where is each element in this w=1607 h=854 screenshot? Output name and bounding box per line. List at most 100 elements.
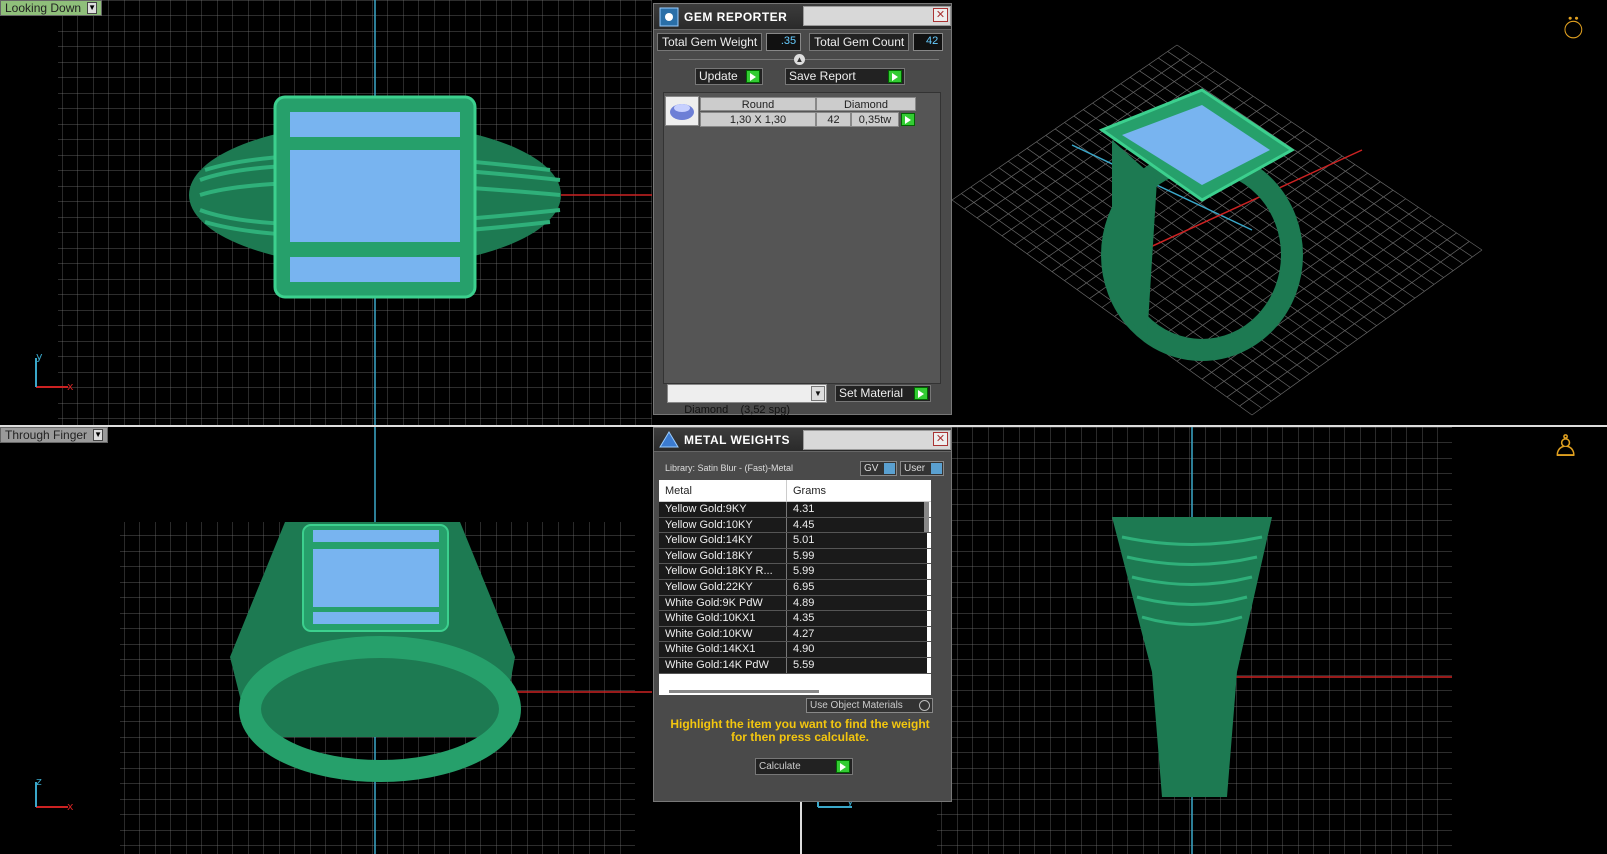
view-mode-label: Looking Down [5,1,82,15]
total-gem-weight-label: Total Gem Weight [657,33,763,51]
table-row[interactable]: Yellow Gold:18KY R... 5.99 [659,564,931,580]
chevron-down-icon[interactable]: ▼ [93,429,104,441]
titlebar-drag-area[interactable] [803,6,951,26]
metal-grams-cell: 6.95 [787,579,927,595]
calculate-button[interactable]: Calculate [755,758,853,775]
save-report-button-label: Save Report [789,69,856,83]
table-row[interactable]: Yellow Gold:10KY 4.45 [659,517,931,534]
vertical-scrollbar[interactable] [924,502,929,532]
gem-type: Diamond [816,97,916,111]
grid-through-finger [35,427,652,854]
gem-reporter-title: GEM REPORTER [684,9,788,24]
gem-count: 42 [816,112,851,127]
column-header-metal[interactable]: Metal [659,480,787,501]
gem-list[interactable]: Round Diamond 1,30 X 1,30 42 0,35tw [663,92,941,384]
view-mode-label: Through Finger [5,428,88,442]
gv-label: GV [864,463,879,474]
ring-finger-icon[interactable]: ♙ [1552,429,1579,464]
total-gem-weight-value[interactable]: .35 [766,33,802,51]
metal-grams-cell: 5.59 [787,657,927,673]
grid-line [1214,224,1445,389]
metal-name-cell: White Gold:10KW [659,626,787,642]
table-row[interactable]: Yellow Gold:22KY 6.95 [659,579,931,596]
table-row[interactable]: White Gold:14KX1 4.90 [659,642,931,658]
collapse-icon[interactable]: ▲ [794,54,805,65]
table-row[interactable]: Yellow Gold:18KY 5.99 [659,548,931,565]
viewport-looking-down[interactable]: Looking Down ▼ y x [0,0,652,425]
play-icon [746,70,760,83]
viewport-through-finger[interactable]: Through Finger ▼ z x [0,427,652,854]
metal-grams-cell: 4.27 [787,626,927,642]
calculate-button-label: Calculate [759,761,801,772]
axis-x-label: x [67,380,74,393]
grid-perspective [952,44,1483,416]
axis-z-label: z [36,775,42,788]
metal-weights-table[interactable]: Metal Grams Yellow Gold:9KY 4.31 Yellow Go… [659,480,931,695]
toggle-icon [919,700,930,711]
metal-grams-cell: 4.35 [787,611,927,626]
update-button[interactable]: Update [695,68,763,85]
horizontal-scrollbar[interactable] [669,690,819,693]
material-select-value: Diamond (3,52 spg) [684,404,791,416]
play-icon [836,760,850,773]
metal-name-cell: Yellow Gold:22KY [659,579,787,595]
metal-name-cell: White Gold:10KX1 [659,611,787,626]
grid-line [1139,172,1368,335]
gem-reporter-titlebar[interactable]: GEM REPORTER ✕ [654,4,951,30]
viewport-perspective[interactable]: ⍥ [952,0,1607,425]
metal-grams-cell: 4.45 [787,517,927,533]
axis-y-label: y [36,350,43,363]
gem-reporter-icon [658,6,680,28]
view-mode-dropdown[interactable]: Looking Down ▼ [0,0,103,16]
table-row[interactable]: Yellow Gold:14KY 5.01 [659,533,931,549]
material-select[interactable]: Diamond (3,52 spg) ▼ [667,384,827,416]
chevron-down-icon[interactable]: ▼ [87,2,98,14]
metal-grams-cell: 4.89 [787,595,927,611]
round-gem-icon [665,96,699,126]
gv-toggle[interactable]: GV [860,461,897,476]
gem-weight: 0,35tw [851,112,899,127]
column-header-grams[interactable]: Grams [787,480,832,501]
total-gem-count-value[interactable]: 42 [913,33,944,51]
metal-name-cell: White Gold:14K PdW [659,657,787,673]
use-object-materials-label: Use Object Materials [810,700,903,711]
metal-name-cell: Yellow Gold:18KY [659,548,787,564]
table-row[interactable]: Yellow Gold:9KY 4.31 [659,502,931,518]
play-icon [888,70,902,83]
use-object-materials-checkbox[interactable]: Use Object Materials [806,698,933,713]
set-material-button[interactable]: Set Material [835,385,931,402]
view-mode-dropdown[interactable]: Through Finger ▼ [0,427,109,443]
metal-grams-cell: 5.01 [787,533,927,548]
metal-name-cell: White Gold:14KX1 [659,642,787,657]
metal-grams-cell: 5.99 [787,548,927,564]
save-report-button[interactable]: Save Report [785,68,905,85]
metal-name-cell: Yellow Gold:9KY [659,502,787,517]
grid-line [1126,164,1356,326]
grid-looking-down [35,0,652,425]
gem-list-item[interactable]: Round Diamond 1,30 X 1,30 42 0,35tw [664,93,924,127]
close-icon[interactable]: ✕ [933,8,948,22]
user-toggle[interactable]: User [900,461,944,476]
update-button-label: Update [699,69,738,83]
user-label: User [904,463,926,474]
metal-weights-icon [658,429,680,451]
close-icon[interactable]: ✕ [933,432,948,446]
hint-line-2: for then press calculate. [730,730,870,744]
titlebar-drag-area[interactable] [803,430,951,450]
table-row[interactable]: White Gold:10KW 4.27 [659,626,931,643]
metal-weights-title: METAL WEIGHTS [684,432,791,447]
gem-shape: Round [700,97,816,111]
metal-grams-cell: 4.90 [787,642,927,657]
gem-size: 1,30 X 1,30 [700,112,816,127]
play-icon[interactable] [901,113,915,126]
chevron-down-icon[interactable]: ▼ [811,386,825,401]
table-row[interactable]: White Gold:9K PdW 4.89 [659,595,931,612]
table-row[interactable]: White Gold:10KX1 4.35 [659,611,931,627]
axis-x-label: x [67,800,74,813]
ring-front-view [230,522,521,782]
table-row[interactable]: White Gold:14K PdW 5.59 [659,657,931,674]
ring-icon[interactable]: ⍥ [1564,12,1583,50]
info-icon [884,463,895,474]
library-label: Library: Satin Blur - (Fast)-Metal [665,463,794,473]
metal-weights-titlebar[interactable]: METAL WEIGHTS ✕ [654,428,951,452]
